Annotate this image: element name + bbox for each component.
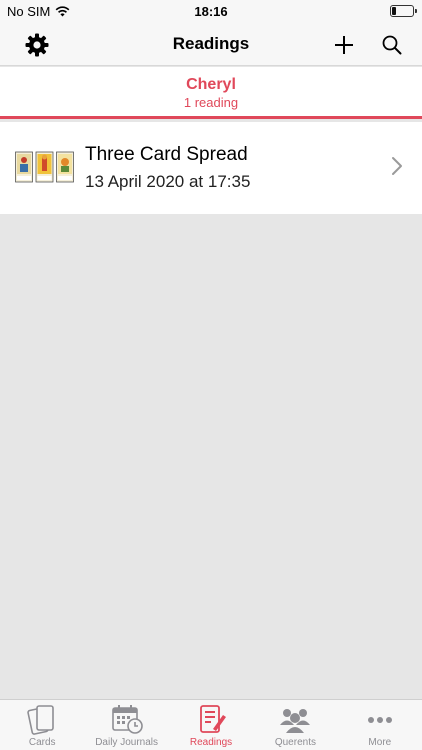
card-thumb-1 <box>15 151 33 183</box>
tab-readings[interactable]: Readings <box>169 700 253 750</box>
add-reading-button[interactable] <box>329 30 359 60</box>
search-button[interactable] <box>377 30 407 60</box>
reading-row[interactable]: Three Card Spread 13 April 2020 at 17:35 <box>0 122 422 214</box>
navigation-bar: Readings <box>0 22 422 66</box>
tab-label: Querents <box>274 737 316 748</box>
tab-label: More <box>368 737 392 748</box>
querent-header: Cheryl 1 reading <box>0 67 422 119</box>
battery-level <box>392 7 396 15</box>
reading-count: 1 reading <box>183 95 239 110</box>
reading-title: Three Card Spread <box>85 144 248 165</box>
people-icon <box>280 709 311 733</box>
reading-date: 13 April 2020 at 17:35 <box>85 172 251 191</box>
tab-cards[interactable]: Cards <box>0 700 84 750</box>
tab-querents[interactable]: Querents <box>253 700 337 750</box>
more-icon <box>367 717 392 723</box>
readings-icon <box>200 705 227 733</box>
querent-name: Cheryl <box>186 76 236 93</box>
tab-label: Daily Journals <box>95 737 159 748</box>
tab-bar: Cards Daily Journals Readings Querents M… <box>0 699 422 750</box>
plus-icon <box>335 36 353 54</box>
chevron-right-icon <box>392 157 402 175</box>
cards-icon <box>27 705 55 735</box>
tab-label: Cards <box>28 737 56 748</box>
card-thumb-2 <box>35 151 54 183</box>
card-thumb-3 <box>56 151 74 183</box>
tarot-cards-thumbnail <box>15 151 74 183</box>
calendar-clock-icon <box>111 705 143 734</box>
tab-more[interactable]: More <box>338 700 422 750</box>
tab-daily-journals[interactable]: Daily Journals <box>84 700 168 750</box>
status-bar: No SIM 18:16 <box>0 0 422 22</box>
status-time: 18:16 <box>194 4 228 19</box>
search-icon <box>382 35 402 55</box>
tab-label: Readings <box>189 737 233 748</box>
battery-icon <box>390 5 417 17</box>
